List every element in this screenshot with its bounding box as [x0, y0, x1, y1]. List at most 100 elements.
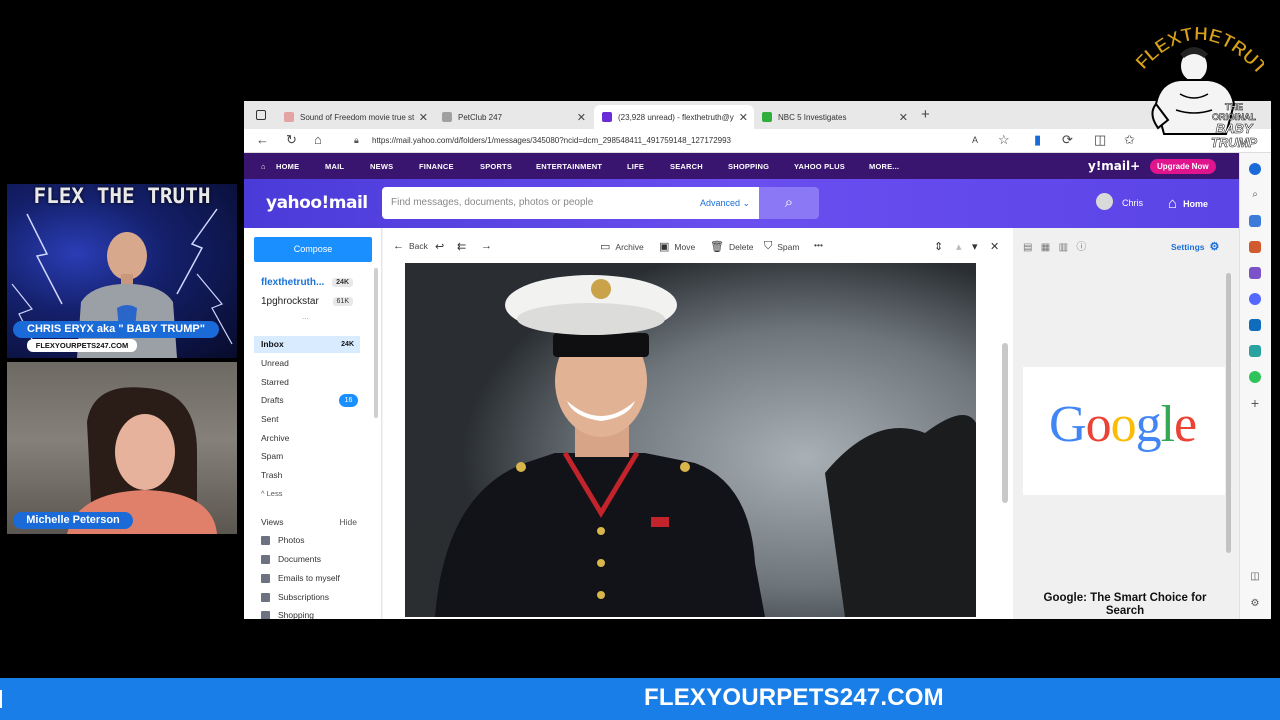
- copilot-icon[interactable]: [1249, 293, 1261, 305]
- more-accounts-dots[interactable]: ...: [302, 312, 309, 321]
- spam-button[interactable]: ⛉ Spam: [764, 240, 799, 253]
- ad-pane-scrollbar[interactable]: [1226, 273, 1231, 553]
- close-tab-icon[interactable]: ✕: [577, 111, 586, 124]
- gear-icon[interactable]: ⚙: [1249, 598, 1261, 610]
- nav-mail[interactable]: MAIL: [325, 162, 344, 171]
- next-message-icon[interactable]: ▾: [972, 240, 983, 253]
- new-tab-icon[interactable]: +: [921, 106, 930, 123]
- nav-life[interactable]: LIFE: [627, 162, 644, 171]
- close-message-icon[interactable]: ✕: [990, 240, 1004, 253]
- folder-starred[interactable]: Starred: [254, 374, 360, 391]
- nav-entertainment[interactable]: ENTERTAINMENT: [536, 162, 602, 171]
- nav-home-icon[interactable]: ⌂: [261, 162, 266, 171]
- google-ad-card[interactable]: Google: [1023, 367, 1225, 495]
- folder-pane-scrollbar[interactable]: [374, 268, 378, 418]
- tag-icon[interactable]: [1249, 215, 1261, 227]
- split-screen-icon[interactable]: ◫: [1094, 132, 1106, 148]
- folder-archive[interactable]: Archive: [254, 430, 360, 447]
- folder-sent[interactable]: Sent: [254, 411, 360, 428]
- views-hide-link[interactable]: Hide: [340, 517, 357, 527]
- sidebar-layout-icon[interactable]: ◫: [1249, 571, 1261, 583]
- address-bar: ← ↻ ⌂ 🔒︎ https://mail.yahoo.com/d/folder…: [244, 129, 1271, 153]
- user-menu[interactable]: Chris: [1096, 193, 1143, 210]
- read-aloud-icon[interactable]: A: [972, 135, 978, 145]
- view-photos[interactable]: Photos: [261, 535, 304, 545]
- favorite-star-icon[interactable]: ☆: [998, 132, 1010, 148]
- stream-canvas: FLEXTHETRUTH THE ORIGINAL BABY TRUMP FLE…: [0, 0, 1280, 720]
- folder-unread[interactable]: Unread: [254, 355, 360, 372]
- yahoo-mail-header: yahoo!mail Find messages, documents, pho…: [244, 179, 1239, 228]
- archive-button[interactable]: ▭ Archive: [600, 240, 644, 253]
- delete-button[interactable]: 🗑︎ Delete: [710, 240, 754, 253]
- nav-shopping[interactable]: SHOPPING: [728, 162, 769, 171]
- upgrade-now-button[interactable]: Upgrade Now: [1150, 159, 1216, 174]
- nav-search[interactable]: SEARCH: [670, 162, 703, 171]
- back-button[interactable]: ← Back: [393, 240, 428, 252]
- notification-bell-icon[interactable]: [1249, 163, 1261, 175]
- search-icon: ⌕: [784, 194, 794, 211]
- view-shopping[interactable]: Shopping: [261, 610, 314, 619]
- more-actions-button[interactable]: •••: [814, 240, 823, 250]
- previous-message-icon[interactable]: ▴: [956, 240, 967, 253]
- refresh-icon[interactable]: ↻: [286, 132, 297, 148]
- expand-icon[interactable]: ⇕: [934, 240, 948, 253]
- subscriptions-icon: [261, 592, 270, 602]
- cam-brand-title: FLEX THE TRUTH: [33, 184, 211, 208]
- advanced-search-dropdown[interactable]: Advanced ⌄: [700, 187, 750, 219]
- games-icon[interactable]: [1249, 267, 1261, 279]
- outlook-icon[interactable]: [1249, 319, 1261, 331]
- compose-button[interactable]: Compose: [254, 237, 372, 262]
- view-emails-to-myself[interactable]: Emails to myself: [261, 573, 340, 583]
- yahoo-mail-logo[interactable]: yahoo!mail: [266, 193, 368, 213]
- pane-tools-icons[interactable]: ▤ ▦ ▥ ⓘ: [1023, 238, 1086, 253]
- folder-pane: Compose flexthetruth... 24K 1pghrockstar 6…: [244, 228, 382, 619]
- view-subscriptions[interactable]: Subscriptions: [261, 592, 329, 602]
- tab-nbc5[interactable]: NBC 5 Investigates ✕: [754, 105, 914, 129]
- reply-all-icon[interactable]: ⇇: [457, 240, 471, 253]
- url-field[interactable]: https://mail.yahoo.com/d/folders/1/messa…: [340, 132, 1060, 150]
- marine-portrait-image: [405, 263, 976, 617]
- forward-icon[interactable]: →: [481, 240, 497, 252]
- nav-home[interactable]: HOME: [276, 162, 299, 171]
- nav-news[interactable]: NEWS: [370, 162, 393, 171]
- tab-yahoo-mail[interactable]: (23,928 unread) - flexthetruth@y ✕: [594, 105, 754, 129]
- banner-url-text: FLEXYOURPETS247.COM: [644, 684, 944, 711]
- reply-icon[interactable]: ↩: [435, 240, 449, 253]
- yahoo-mail-plus-logo: y!mail+: [1088, 159, 1141, 173]
- folder-drafts[interactable]: Drafts 16: [254, 392, 360, 409]
- move-button[interactable]: ▣ Move: [659, 240, 695, 253]
- message-scrollbar[interactable]: [1002, 343, 1008, 503]
- tab-favicon-icon: [762, 112, 772, 122]
- nav-finance[interactable]: FINANCE: [419, 162, 454, 171]
- nav-yahoo-plus[interactable]: YAHOO PLUS: [794, 162, 845, 171]
- search-icon[interactable]: ⌕: [1249, 189, 1261, 201]
- less-toggle[interactable]: ^ Less: [254, 485, 360, 502]
- close-tab-icon[interactable]: ✕: [899, 111, 908, 124]
- search-button[interactable]: ⌕: [759, 187, 819, 219]
- home-link[interactable]: ⌂ Home: [1168, 195, 1208, 212]
- folder-trash[interactable]: Trash: [254, 467, 360, 484]
- folder-spam[interactable]: Spam: [254, 448, 360, 465]
- home-icon[interactable]: ⌂: [314, 132, 322, 147]
- close-tab-icon[interactable]: ✕: [739, 111, 748, 124]
- shopping-cart-icon[interactable]: [1249, 345, 1261, 357]
- extension-icon[interactable]: ▮: [1034, 132, 1041, 148]
- tab-actions-icon[interactable]: [256, 110, 266, 120]
- account-flexthetruth[interactable]: flexthetruth... 24K: [261, 277, 353, 288]
- toolbox-icon[interactable]: [1249, 241, 1261, 253]
- close-tab-icon[interactable]: ✕: [419, 111, 428, 124]
- ad-caption[interactable]: Google: The Smart Choice for Search: [1027, 592, 1223, 618]
- tab-petclub[interactable]: PetClub 247 ✕: [434, 105, 592, 129]
- nav-more[interactable]: MORE...: [869, 162, 899, 171]
- spotify-icon[interactable]: [1249, 371, 1261, 383]
- tab-sound-of-freedom[interactable]: Sound of Freedom movie true st ✕: [276, 105, 434, 129]
- account-1pghrockstar[interactable]: 1pghrockstar 61K: [261, 296, 353, 307]
- back-arrow-icon[interactable]: ←: [256, 132, 269, 147]
- settings-link[interactable]: Settings ⚙: [1171, 240, 1219, 253]
- refresh-page-icon[interactable]: ⟳: [1062, 132, 1073, 148]
- view-documents[interactable]: Documents: [261, 554, 321, 564]
- add-sidebar-app-icon[interactable]: +: [1249, 396, 1261, 410]
- folder-inbox[interactable]: Inbox 24K: [254, 336, 360, 353]
- webcam-guest: Michelle Peterson: [7, 362, 237, 534]
- nav-sports[interactable]: SPORTS: [480, 162, 512, 171]
